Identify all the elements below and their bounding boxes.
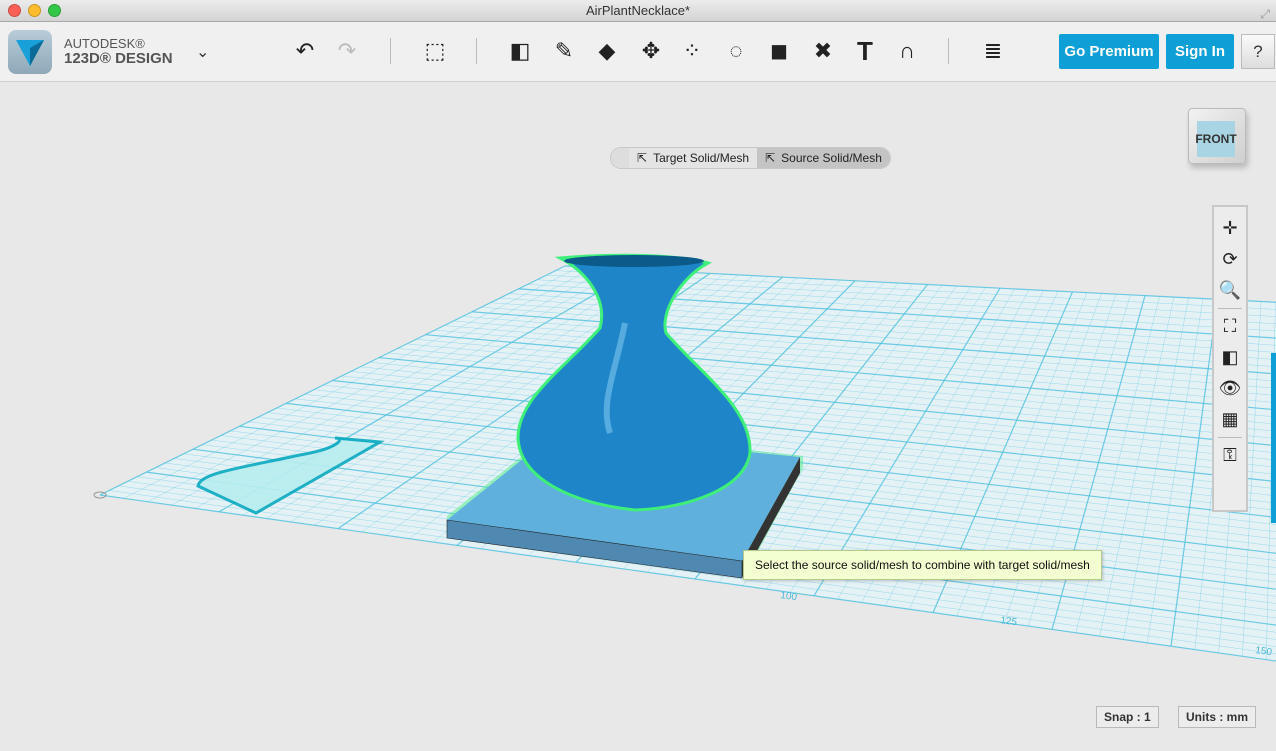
visibility-icon[interactable]: 👁 xyxy=(1215,373,1245,404)
brand: AUTODESK® 123D® DESIGN xyxy=(64,36,173,66)
app-logo[interactable] xyxy=(8,30,52,74)
window-title: AirPlantNecklace* xyxy=(585,3,691,18)
close-button[interactable] xyxy=(8,4,21,17)
view-cube[interactable]: FRONT xyxy=(1188,108,1246,164)
source-label: Source Solid/Mesh xyxy=(781,151,882,165)
units-button[interactable]: Units : mm xyxy=(1178,706,1257,728)
cursor-icon: ⇱ xyxy=(765,151,776,165)
divider xyxy=(1218,308,1242,309)
primitives-icon[interactable]: ◧ xyxy=(505,36,535,66)
divider xyxy=(948,38,949,64)
sketch-icon[interactable]: ✎ xyxy=(549,36,579,66)
pattern-icon[interactable]: ⁘ xyxy=(677,36,707,66)
grid-label: 125 xyxy=(1000,615,1018,628)
drag-handle[interactable] xyxy=(611,148,629,168)
grid-label: 100 xyxy=(780,590,798,603)
view-solid-icon[interactable]: ◧ xyxy=(1215,342,1245,373)
help-button[interactable]: ? xyxy=(1241,34,1275,69)
go-premium-button[interactable]: Go Premium xyxy=(1059,34,1159,69)
text-icon[interactable]: T xyxy=(850,36,880,66)
material-lock-icon[interactable]: ⚿ xyxy=(1215,440,1245,471)
view-cube-front[interactable]: FRONT xyxy=(1195,121,1237,157)
title-bar: AirPlantNecklace* ⤢ xyxy=(0,0,1276,22)
divider xyxy=(476,38,477,64)
brand-line1: AUTODESK® xyxy=(64,36,145,51)
combine-mode-bar: ⇱ Target Solid/Mesh ⇱ Source Solid/Mesh xyxy=(610,147,891,169)
orbit-icon[interactable]: ⟳ xyxy=(1215,244,1245,275)
redo-icon[interactable]: ↷ xyxy=(332,36,362,66)
fit-icon[interactable]: ⛶ xyxy=(1215,311,1245,342)
measure-icon[interactable]: ✖ xyxy=(808,36,838,66)
source-solid-button[interactable]: ⇱ Source Solid/Mesh xyxy=(757,148,890,168)
tooltip: Select the source solid/mesh to combine … xyxy=(743,550,1102,580)
view-grid-icon[interactable]: ▦ xyxy=(1215,404,1245,435)
cursor-icon: ⇱ xyxy=(637,151,648,165)
modify-icon[interactable]: ✥ xyxy=(636,36,666,66)
combine-icon[interactable]: ◼ xyxy=(764,36,794,66)
chevron-down-icon[interactable]: ⌄ xyxy=(196,42,209,62)
target-label: Target Solid/Mesh xyxy=(653,151,750,165)
vase-opening xyxy=(564,255,704,267)
zoom-button[interactable] xyxy=(48,4,61,17)
divider xyxy=(390,38,391,64)
side-panel-handle[interactable] xyxy=(1271,353,1276,523)
brand-line2: 123D® DESIGN xyxy=(64,50,173,67)
sign-in-button[interactable]: Sign In xyxy=(1166,34,1234,69)
minimize-button[interactable] xyxy=(28,4,41,17)
snap-button[interactable]: Snap : 1 xyxy=(1096,706,1159,728)
viewport-3d[interactable]: 100 125 150 xyxy=(0,83,1276,751)
divider xyxy=(1218,437,1242,438)
snap-icon[interactable]: ∩ xyxy=(892,36,922,66)
construct-icon[interactable]: ◆ xyxy=(592,36,622,66)
zoom-icon[interactable]: 🔍 xyxy=(1215,275,1245,306)
target-solid-button[interactable]: ⇱ Target Solid/Mesh xyxy=(629,148,758,168)
grouping-icon[interactable]: ◌ xyxy=(721,36,751,66)
pan-icon[interactable]: ✛ xyxy=(1215,213,1245,244)
materials-icon[interactable]: ≣ xyxy=(978,36,1008,66)
navigation-bar: ✛ ⟳ 🔍 ⛶ ◧ 👁 ▦ ⚿ xyxy=(1212,205,1248,512)
transform-icon[interactable]: ⬚ xyxy=(420,36,450,66)
undo-icon[interactable]: ↶ xyxy=(290,36,320,66)
toolbar: AUTODESK® 123D® DESIGN ⌄ ↶ ↷ ⬚ ◧ ✎ ◆ ✥ ⁘ ◌ ◼ ✖ T ∩ ≣ … xyxy=(0,22,1276,82)
